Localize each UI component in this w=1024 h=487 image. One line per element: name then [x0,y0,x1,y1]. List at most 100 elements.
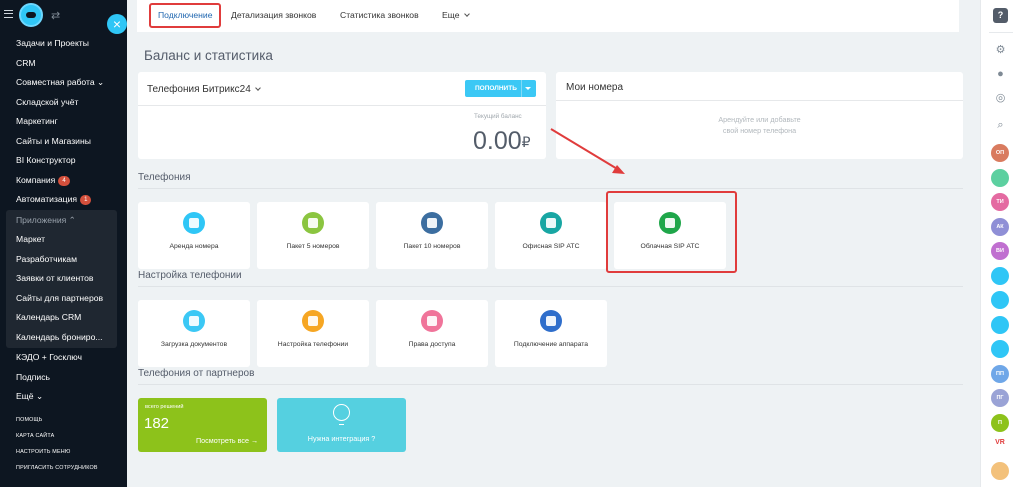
sidebar-item[interactable]: Подпись [0,368,127,388]
feature-tile[interactable]: Настройка телефонии [257,300,369,367]
contact-avatar[interactable] [991,291,1009,309]
balance-value: 0.00 [473,127,522,155]
tab-call-details[interactable]: Детализация звонков [231,10,316,20]
tile-icon [183,212,205,234]
sidebar-group-apps: Приложения ⌃ Маркет Разработчикам Заявки о… [6,209,117,348]
sidebar-item-label: CRM [16,57,36,68]
telephony-title-label: Телефония Битрикс24 [147,84,251,95]
contact-avatar[interactable]: ПГ [991,389,1009,407]
sidebar-item[interactable]: Разработчикам [6,250,117,270]
sidebar-item[interactable]: Задачи и Проекты [0,34,127,54]
feature-tile[interactable]: Пакет 10 номеров [376,202,488,269]
tile-label: Пакет 10 номеров [403,243,461,250]
sidebar-group-head-apps[interactable]: Приложения ⌃ [6,211,117,231]
partner-solutions-card[interactable]: всего решений 182 Посмотреть все → [138,398,267,452]
sidebar-item[interactable]: Заявки от клиентов [6,269,117,289]
sidebar-item-label: Разработчикам [16,253,77,264]
sidebar-item-label: Сайты и Магазины [16,135,91,146]
bell-icon[interactable]: ● [993,67,1008,82]
user-avatar[interactable] [991,462,1009,480]
swap-icon[interactable]: ⇄ [51,9,60,22]
feature-tile[interactable]: Пакет 5 номеров [257,202,369,269]
caret-down-icon[interactable] [525,87,531,90]
sidebar-footer-link[interactable]: ПОМОЩЬ [0,412,127,428]
contact-avatar[interactable]: П [991,413,1009,432]
tile-icon [183,310,205,332]
feature-tile[interactable]: Загрузка документов [138,300,250,367]
feature-tile[interactable]: Права доступа [376,300,488,367]
sidebar-item[interactable]: CRM [0,54,127,74]
divider [138,105,546,106]
sidebar-item[interactable]: КЭДО + Госключ [0,348,127,368]
section-divider [138,286,963,287]
tile-label: Офисная SIP АТС [522,243,580,250]
section-title-telephony: Телефония [138,172,191,183]
contact-avatar[interactable] [991,315,1009,334]
contact-avatar[interactable]: ВИ [991,242,1009,260]
bitrix-logo-icon[interactable] [19,3,43,27]
vr-avatar-icon[interactable]: VR [993,438,1007,454]
highlight-box-cloud-sip [606,191,737,273]
my-numbers-title: Мои номера [566,82,624,93]
help-button[interactable]: ? [993,8,1008,23]
sidebar-item[interactable]: Календарь брониро... [6,328,117,348]
empty-state-line2: свой номер телефона [722,126,797,135]
solutions-count: 182 [144,415,170,432]
feature-tile[interactable]: Офисная SIP АТС [495,202,607,269]
sidebar-item[interactable]: Маркет [6,230,117,250]
sidebar-item[interactable]: Совместная работа ⌄ [0,73,127,93]
sidebar-item[interactable]: Сайты и Магазины [0,132,127,152]
sidebar-item[interactable]: Складской учёт [0,93,127,113]
sidebar-item-label: Заявки от клиентов [16,273,94,283]
close-sidebar-button[interactable]: × [107,14,127,34]
sidebar-item-label: Автоматизация [16,194,78,204]
menu-icon[interactable] [4,10,13,18]
sidebar-item-label: Ещё ⌄ [16,391,44,401]
contact-avatar[interactable] [991,340,1009,358]
counter-badge: 4 [58,175,70,186]
sidebar-item-label: Складской учёт [16,96,79,107]
top-up-label: пополнить [475,85,517,92]
telephony-title[interactable]: Телефония Битрикс24 [147,84,261,95]
need-integration-card[interactable]: Нужна интеграция ? [277,398,406,452]
contact-avatar[interactable] [991,168,1009,187]
tab-bar: Подключение Детализация звонков Статисти… [137,0,959,32]
sidebar-item[interactable]: Сайты для партнеров [6,289,117,309]
sidebar-footer-link[interactable]: ПРИГЛАСИТЬ СОТРУДНИКОВ [0,460,127,476]
contact-avatar[interactable]: ТИ [991,193,1009,211]
tile-icon [421,310,443,332]
tab-call-stats[interactable]: Статистика звонков [340,10,419,20]
feature-tile[interactable]: Подключение аппарата [495,300,607,367]
empty-state-line1: Арендуйте или добавьте [718,115,801,124]
sidebar-footer-link[interactable]: КАРТА САЙТА [0,428,127,444]
sidebar-item[interactable]: BI Конструктор [0,151,127,171]
sidebar-item[interactable]: Календарь CRM [6,308,117,328]
sidebar-nav-top: Задачи и Проекты CRM Совместная работа ⌄ Ск… [0,34,127,210]
sidebar-item-label: Маркет [16,234,46,244]
highlight-box-tab [149,3,221,28]
contact-avatar[interactable]: АК [991,217,1009,236]
sidebar-item[interactable]: Автоматизация 1 [0,190,127,210]
top-up-button[interactable]: пополнить [465,80,536,97]
tab-more[interactable]: Еще [442,10,470,20]
sidebar-item-label: Календарь брониро... [16,331,103,342]
sidebar-footer-link[interactable]: НАСТРОИТЬ МЕНЮ [0,444,127,460]
view-all-link[interactable]: Посмотреть все → [196,436,258,445]
search-icon[interactable]: ⌕ [993,118,1008,133]
my-numbers-empty-state: Арендуйте или добавьте свой номер телефо… [556,114,963,136]
sidebar-item[interactable]: Ещё ⌄ [0,387,127,407]
feature-tile[interactable]: Аренда номера [138,202,250,269]
contact-avatar[interactable]: ПП [991,364,1009,383]
contact-avatar[interactable] [991,266,1009,285]
sidebar-item-label: Подпись [16,371,51,382]
contact-avatar[interactable]: ОП [991,144,1009,162]
main-content: Подключение Детализация звонков Статисти… [127,0,980,487]
settings-icon[interactable]: ⚙ [993,43,1008,58]
sidebar-item-label: Маркетинг [16,116,58,126]
chat-icon[interactable]: ◎ [993,91,1008,106]
solutions-label: всего решений [145,404,184,410]
tab-more-label: Еще [442,10,460,20]
divider [556,100,963,101]
sidebar-item[interactable]: Маркетинг [0,112,127,132]
sidebar-item[interactable]: Компания 4 [0,171,127,191]
